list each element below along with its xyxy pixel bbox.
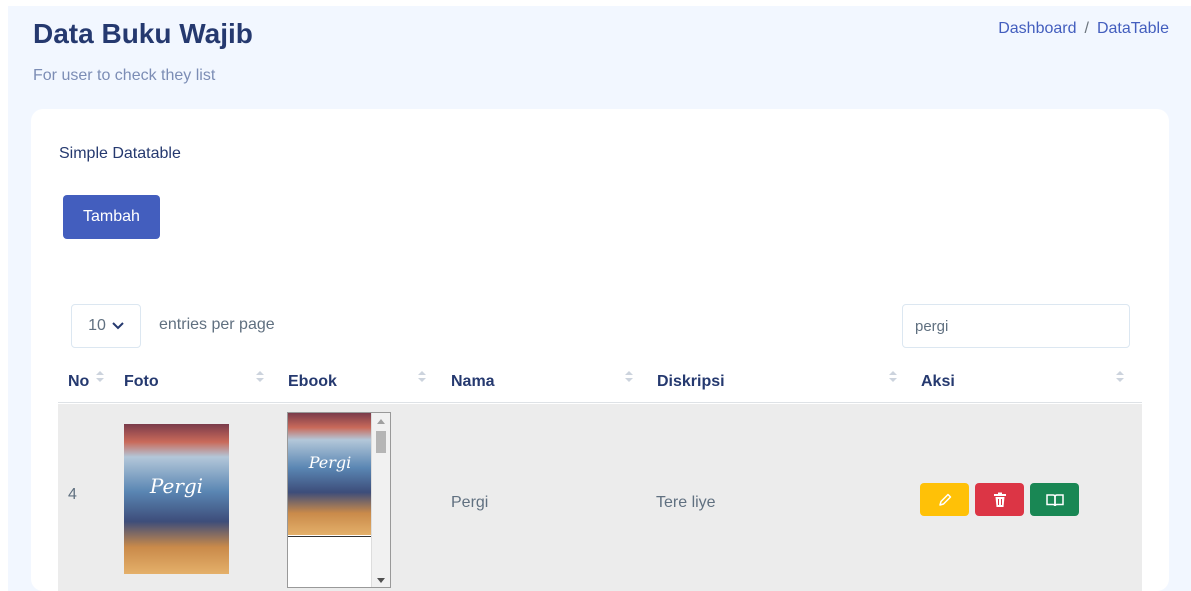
cell-no: 4 (68, 486, 77, 503)
sort-icon (418, 371, 426, 382)
chevron-down-icon (112, 322, 124, 330)
column-header-ebook[interactable]: Ebook (288, 361, 337, 403)
ebook-cover-title: Pergi (308, 453, 352, 472)
breadcrumb-separator: / (1084, 20, 1089, 37)
column-label: Diskripsi (657, 373, 725, 390)
edit-icon (938, 493, 951, 506)
cell-nama: Pergi (451, 494, 489, 511)
cell-diskripsi: Tere liye (656, 494, 716, 511)
delete-button[interactable] (975, 483, 1024, 516)
entries-per-page-select[interactable]: 10 (71, 304, 141, 348)
scroll-down-icon[interactable] (377, 578, 385, 583)
column-label: Ebook (288, 373, 337, 390)
column-label: Nama (451, 373, 495, 390)
column-header-foto[interactable]: Foto (124, 361, 159, 403)
column-label: Aksi (921, 373, 955, 390)
trash-icon (993, 492, 1006, 507)
column-label: No (68, 373, 90, 390)
scroll-up-icon[interactable] (377, 419, 385, 424)
search-input[interactable] (902, 304, 1130, 348)
scrollbar-thumb[interactable] (376, 431, 386, 453)
sort-icon (625, 371, 633, 382)
row-actions (920, 483, 1079, 516)
sort-icon (256, 371, 264, 382)
ebook-page: Pergi (288, 413, 372, 535)
book-cover-image: Pergi (124, 424, 229, 574)
column-header-aksi[interactable]: Aksi (921, 361, 955, 403)
table-header: No Foto Ebook Nama Diskripsi Aksi (58, 361, 1142, 403)
card-title: Simple Datatable (59, 145, 181, 162)
add-button[interactable]: Tambah (63, 195, 160, 239)
ebook-preview[interactable]: Pergi (287, 412, 391, 588)
breadcrumb-current: DataTable (1096, 20, 1169, 37)
page-background: Data Buku Wajib For user to check they l… (8, 6, 1191, 591)
entries-per-page-value: 10 (88, 317, 106, 334)
ebook-next-page (288, 536, 372, 587)
ebook-scrollbar[interactable] (371, 413, 390, 587)
page-title: Data Buku Wajib (33, 18, 253, 49)
column-label: Foto (124, 373, 159, 390)
datatable-card: Simple Datatable Tambah 10 entries per p… (31, 109, 1169, 591)
breadcrumb: Dashboard / DataTable (998, 20, 1169, 38)
book-open-icon (1045, 493, 1064, 506)
edit-button[interactable] (920, 483, 969, 516)
sort-icon (1116, 371, 1124, 382)
column-header-diskripsi[interactable]: Diskripsi (657, 361, 725, 403)
book-cover-title: Pergi (149, 474, 204, 498)
sort-icon (96, 371, 104, 382)
sort-icon (889, 371, 897, 382)
read-ebook-button[interactable] (1030, 483, 1079, 516)
entries-per-page-label: entries per page (159, 316, 275, 333)
column-header-nama[interactable]: Nama (451, 361, 495, 403)
breadcrumb-link-dashboard[interactable]: Dashboard (998, 20, 1076, 38)
column-header-no[interactable]: No (68, 361, 89, 403)
table-row: 4 Pergi Pergi Pergi Tere liye (58, 404, 1142, 591)
page-subtitle: For user to check they list (33, 67, 216, 84)
